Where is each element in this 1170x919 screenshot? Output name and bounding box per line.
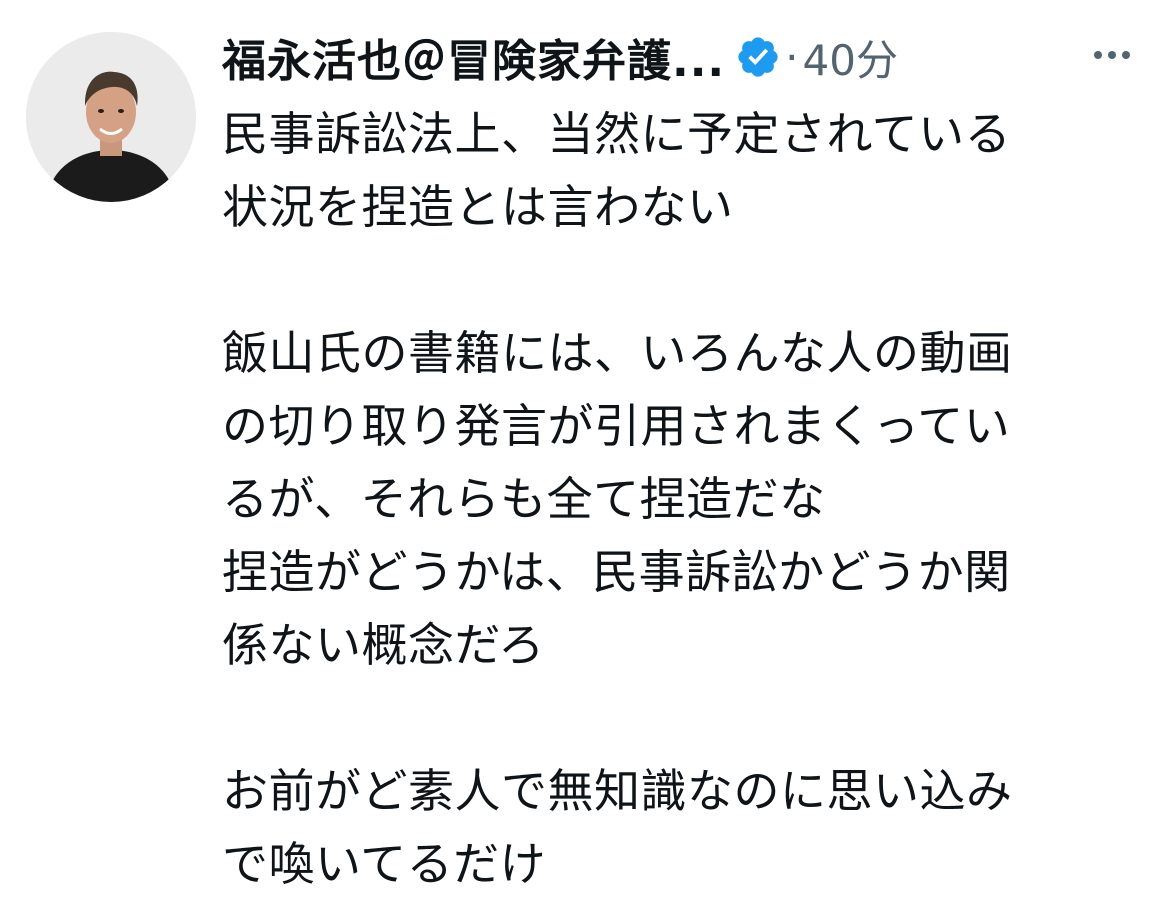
tweet-paragraph: 飯山氏の書籍には、いろんな人の動画 の切り取り発言が引用されまくってい るが、そ…: [222, 317, 1152, 682]
tweet-card: 福永活也＠冒険家弁護... · 40分 民事訴訟法上、当然に予定されている 状況…: [0, 0, 1170, 919]
tweet-line: の切り取り発言が引用されまくってい: [222, 399, 1011, 453]
avatar[interactable]: [26, 32, 196, 202]
timestamp[interactable]: 40分: [803, 27, 898, 88]
more-options-icon[interactable]: [1082, 30, 1142, 80]
tweet-paragraph: お前がど素人で無知識なのに思い込み で喚いてるだけ: [222, 755, 1152, 901]
tweet-text: 民事訴訟法上、当然に予定されている 状況を捏造とは言わない 飯山氏の書籍には、い…: [222, 98, 1152, 901]
tweet-line: 係ない概念だろ: [222, 618, 545, 672]
tweet-line: るが、それらも全て捏造だな: [222, 472, 826, 526]
separator-dot: ·: [785, 32, 799, 82]
tweet-line: で喚いてるだけ: [222, 837, 547, 891]
author-display-name[interactable]: 福永活也＠冒険家弁護...: [222, 25, 725, 89]
tweet-paragraph: 民事訴訟法上、当然に予定されている 状況を捏造とは言わない: [222, 98, 1152, 244]
avatar-photo: [26, 32, 196, 202]
tweet-header: 福永活也＠冒険家弁護... · 40分: [222, 22, 1142, 92]
tweet-line: 捏造がどうかは、民事訴訟かどうか関: [222, 545, 1011, 599]
tweet-line: 飯山氏の書籍には、いろんな人の動画: [222, 326, 1013, 380]
tweet-line: 状況を捏造とは言わない: [222, 180, 734, 234]
tweet-line: お前がど素人で無知識なのに思い込み: [222, 764, 1013, 818]
verified-badge-icon[interactable]: [735, 34, 781, 80]
tweet-line: 民事訴訟法上、当然に予定されている: [222, 107, 1012, 161]
